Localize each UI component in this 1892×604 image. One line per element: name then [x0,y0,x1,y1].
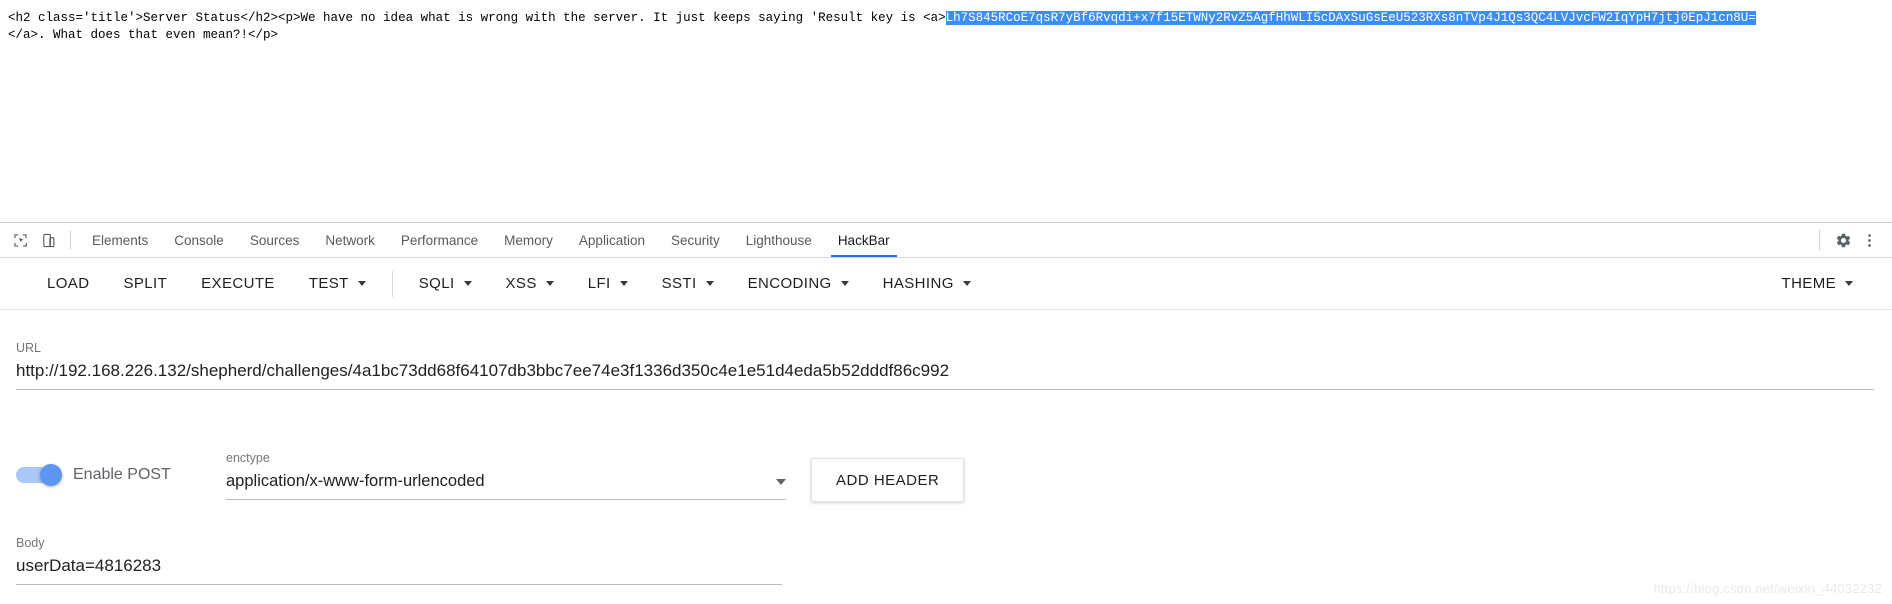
selected-result-key[interactable]: Lh7S845RCoE7qsR7yBf6Rvqdi+x7f15ETWNy2RvZ… [945,11,1756,25]
hackbar-toolbar: LOAD SPLIT EXECUTE TEST SQLI XSS LFI SST… [0,258,1892,310]
test-label: TEST [308,275,349,292]
page-source-area: <h2 class='title'>Server Status</h2><p>W… [0,0,1892,222]
enctype-field-group: enctype application/x-www-form-urlencode… [226,450,786,500]
xss-menu-button[interactable]: XSS [489,266,571,302]
tab-label: Performance [400,232,479,248]
chevron-down-icon [776,479,786,485]
tab-label: Console [174,232,224,248]
hashing-label: HASHING [882,275,954,292]
kebab-menu-icon[interactable] [1856,227,1882,253]
toggle-knob [40,464,62,486]
devtools-tabstrip: Elements Console Sources Network Perform… [0,223,1892,258]
tab-label: Security [670,232,720,248]
chevron-down-icon [1845,281,1853,286]
tab-memory[interactable]: Memory [491,223,566,257]
chevron-down-icon [840,281,849,286]
body-field-group: Body userData=4816283 [16,535,782,585]
url-label: URL [16,341,42,355]
tab-label: Network [325,232,375,248]
chevron-down-icon [705,281,714,286]
tab-console[interactable]: Console [161,223,237,257]
tab-label: Elements [92,232,149,248]
test-menu-button[interactable]: TEST [292,266,383,302]
add-header-button[interactable]: ADD HEADER [811,458,965,502]
hackbar-form: URL http://192.168.226.132/shepherd/chal… [0,310,1892,604]
tab-hackbar[interactable]: HackBar [825,223,903,257]
encoding-menu-button[interactable]: ENCODING [731,266,866,302]
chevron-down-icon [619,281,628,286]
tab-sources[interactable]: Sources [237,223,313,257]
watermark-text: https://blog.csdn.net/weixin_44032232 [1653,581,1882,596]
sqli-label: SQLI [418,275,455,292]
enable-post-label: Enable POST [73,466,171,483]
execute-button[interactable]: EXECUTE [184,266,292,302]
toolbar-divider [391,270,393,297]
gear-icon[interactable] [1830,227,1856,253]
chevron-down-icon [463,281,472,286]
ssti-label: SSTI [661,275,697,292]
enctype-value: application/x-www-form-urlencoded [226,472,485,490]
load-button[interactable]: LOAD [30,266,106,302]
hashing-menu-button[interactable]: HASHING [866,266,988,302]
tabstrip-right-divider [1819,230,1820,250]
body-input[interactable]: userData=4816283 [16,551,782,581]
split-button[interactable]: SPLIT [106,266,184,302]
inspect-element-icon[interactable] [6,226,34,254]
url-underline [16,389,1874,390]
toggle-track [16,464,62,486]
url-field-group: URL http://192.168.226.132/shepherd/chal… [16,340,1874,390]
xss-label: XSS [505,275,537,292]
body-underline [16,584,782,585]
lfi-label: LFI [587,275,611,292]
theme-menu-button[interactable]: THEME [1765,266,1871,302]
ssti-menu-button[interactable]: SSTI [645,266,731,302]
tab-security[interactable]: Security [658,223,733,257]
tab-label: HackBar [837,232,890,248]
tab-network[interactable]: Network [312,223,388,257]
tabstrip-divider [70,231,71,249]
enctype-select[interactable]: application/x-www-form-urlencoded [226,466,786,496]
load-label: LOAD [47,275,90,292]
tab-elements[interactable]: Elements [79,223,161,257]
enctype-label: enctype [226,451,270,465]
lfi-menu-button[interactable]: LFI [571,266,645,302]
body-label: Body [16,536,45,550]
url-input[interactable]: http://192.168.226.132/shepherd/challeng… [16,356,1874,386]
post-options-row: Enable POST enctype application/x-www-fo… [16,450,1876,502]
page-source-line-1: <h2 class='title'>Server Status</h2><p>W… [8,10,1892,27]
devtools-panel: Elements Console Sources Network Perform… [0,222,1892,604]
theme-label: THEME [1781,275,1836,292]
tab-label: Sources [249,232,300,248]
tab-label: Application [578,232,645,248]
page-source-line-2: </a>. What does that even mean?!</p> [8,28,279,42]
tab-performance[interactable]: Performance [388,223,491,257]
source-prefix-text: <h2 class='title'>Server Status</h2><p>W… [8,11,946,25]
tab-label: Lighthouse [745,232,812,248]
encoding-label: ENCODING [747,275,832,292]
chevron-down-icon [962,281,971,286]
tabstrip-right-controls [1809,227,1892,253]
tab-lighthouse[interactable]: Lighthouse [733,223,825,257]
sqli-menu-button[interactable]: SQLI [402,266,489,302]
chevron-down-icon [357,281,366,286]
tab-label: Memory [504,232,553,248]
enctype-underline [226,499,786,500]
execute-label: EXECUTE [201,275,275,292]
add-header-label: ADD HEADER [836,471,940,489]
enable-post-toggle[interactable]: Enable POST [16,450,216,486]
split-label: SPLIT [123,275,168,292]
chevron-down-icon [545,281,554,286]
device-toolbar-icon[interactable] [34,226,62,254]
screenshot-root: <h2 class='title'>Server Status</h2><p>W… [0,0,1892,604]
tab-application[interactable]: Application [566,223,658,257]
